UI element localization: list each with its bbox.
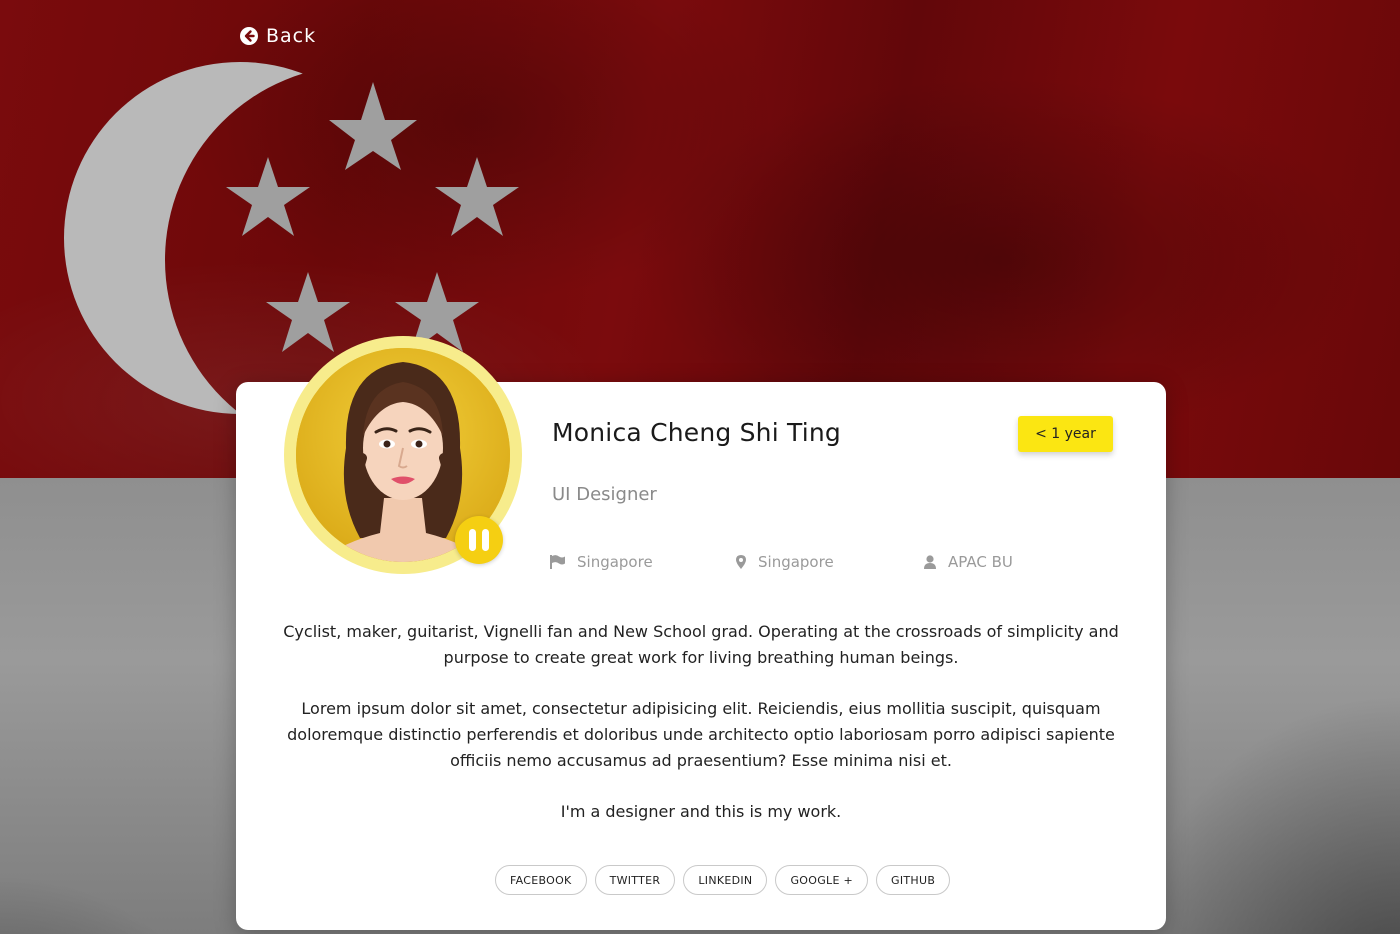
pause-icon [469,529,476,551]
business-unit-meta: APAC BU [924,552,1013,572]
social-links: FACEBOOK TWITTER LINKEDIN GOOGLE + GITHU… [495,865,951,895]
location-meta: Singapore [736,552,834,572]
pause-icon [482,529,489,551]
arrow-circle-left-icon [240,27,258,45]
flag-icon [550,555,565,569]
github-button[interactable]: GITHUB [876,865,951,895]
star-shape [435,157,519,236]
profile-name: Monica Cheng Shi Ting [552,418,841,447]
google-plus-button[interactable]: GOOGLE + [775,865,869,895]
linkedin-button[interactable]: LINKEDIN [683,865,768,895]
back-label: Back [266,25,317,47]
pause-button[interactable] [455,516,503,564]
map-pin-icon [736,555,746,569]
location-label: Singapore [758,553,834,571]
bio-paragraph: I'm a designer and this is my work. [560,802,842,821]
country-meta: Singapore [550,552,653,572]
business-unit-label: APAC BU [948,553,1013,571]
bio-paragraph: Cyclist, maker, guitarist, Vignelli fan … [283,622,1119,667]
bio-paragraph: Lorem ipsum dolor sit amet, consectetur … [287,699,1115,770]
twitter-button[interactable]: TWITTER [594,865,676,895]
back-button[interactable]: Back [240,22,316,50]
tenure-badge: < 1 year [1018,416,1113,452]
profile-role: UI Designer [552,484,657,505]
user-icon [924,555,936,569]
facebook-button[interactable]: FACEBOOK [495,865,587,895]
country-label: Singapore [577,553,653,571]
